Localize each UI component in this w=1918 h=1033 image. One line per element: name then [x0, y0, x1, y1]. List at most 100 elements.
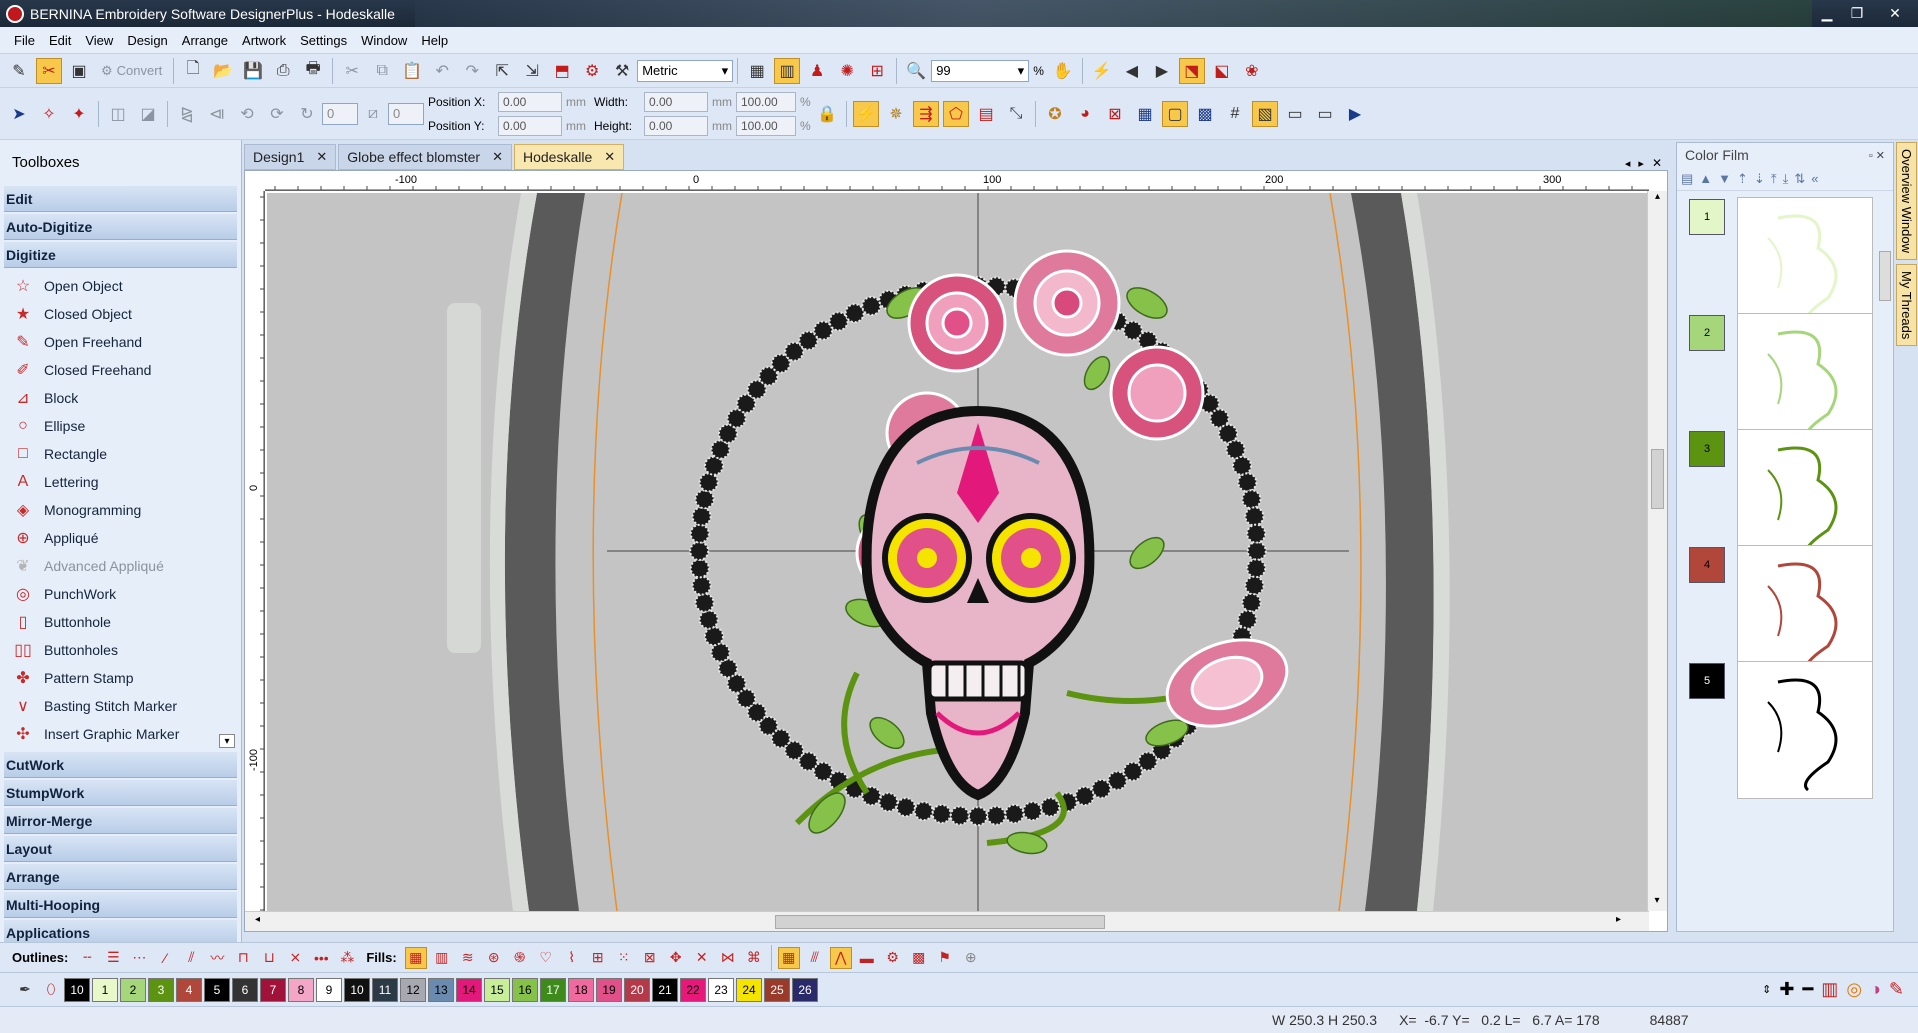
edit-mode-icon[interactable]: ✎ [6, 58, 32, 84]
stemstitch-icon[interactable]: ⁄ [154, 947, 176, 969]
rotate-angle-input[interactable]: 0 [322, 102, 358, 125]
write-machine-icon[interactable]: ⬒ [549, 58, 575, 84]
cross-outline-icon[interactable]: ⨯ [284, 947, 306, 969]
pan-hand-icon[interactable]: ✋ [1050, 58, 1076, 84]
frame-icon[interactable]: ▢ [1162, 100, 1188, 127]
tabs-scroll-left-icon[interactable]: ◂ [1625, 157, 1631, 170]
tab-my-threads[interactable]: My Threads [1896, 264, 1917, 347]
auto-fabric-icon[interactable]: ▦ [777, 946, 800, 969]
palette-swatch[interactable]: 10 [344, 977, 370, 1002]
horizontal-scroll-thumb[interactable] [775, 915, 1105, 929]
radial-fill-icon[interactable]: ⊛ [483, 947, 505, 969]
backstitch-icon[interactable]: ⋯ [128, 947, 150, 969]
palette-swatch[interactable]: 12 [400, 977, 426, 1002]
palette-swatch[interactable]: 14 [456, 977, 482, 1002]
contour-fill-icon[interactable]: ≋ [457, 947, 479, 969]
palette-swatch[interactable]: 10 [64, 977, 90, 1002]
zoom-icon[interactable]: 🔍 [903, 58, 929, 84]
grid-dense-icon[interactable]: ▩ [1192, 101, 1218, 127]
menu-design[interactable]: Design [127, 33, 167, 48]
group-edit[interactable]: Edit [4, 186, 237, 212]
tools-icon[interactable]: ⚒ [609, 58, 635, 84]
background-white-icon[interactable]: ▭ [1282, 101, 1308, 127]
tool-open-object[interactable]: ☆ Open Object [0, 272, 241, 300]
restore-button[interactable]: ❐ [1842, 4, 1872, 24]
palette-swatch[interactable]: 7 [260, 977, 286, 1002]
palette-swatch[interactable]: 9 [316, 977, 342, 1002]
tool-advanced-appliqu-[interactable]: ❦ Advanced Appliqué [0, 552, 241, 580]
film-view-icon[interactable]: ▤ [1681, 171, 1693, 187]
weave-fill-icon[interactable]: ⌘ [743, 947, 765, 969]
horizontal-scrollbar[interactable]: ◂ ▸ [245, 911, 1649, 931]
menu-view[interactable]: View [85, 33, 113, 48]
palette-swatch[interactable]: 23 [708, 977, 734, 1002]
convert-button[interactable]: ⚙ Convert [96, 58, 167, 84]
tool-punchwork[interactable]: ◎ PunchWork [0, 580, 241, 608]
group-stumpwork[interactable]: StumpWork [4, 780, 237, 806]
spiral-fill-icon[interactable]: ֍ [509, 947, 531, 969]
dot-fill-icon[interactable]: ⁙ [613, 947, 635, 969]
hoop-grid-icon[interactable]: ▧ [1252, 100, 1278, 127]
film-scroll-thumb[interactable] [1879, 251, 1891, 301]
palette-swatch[interactable]: 19 [596, 977, 622, 1002]
menu-edit[interactable]: Edit [49, 33, 71, 48]
import-icon[interactable]: ⇱ [489, 58, 515, 84]
tool-open-freehand[interactable]: ✎ Open Freehand [0, 328, 241, 356]
tool-rectangle[interactable]: □ Rectangle [0, 440, 241, 468]
copy-icon[interactable]: ⧉ [369, 58, 395, 84]
pattern-fill-icon[interactable]: ⊞ [587, 947, 609, 969]
scale-width-input[interactable]: 100.00 [736, 91, 796, 112]
slant-icon[interactable]: ⧄ [360, 101, 386, 127]
palette-swatch[interactable]: 11 [372, 977, 398, 1002]
menu-help[interactable]: Help [421, 33, 448, 48]
tab-hodeskalle[interactable]: Hodeskalle ✕ [514, 144, 625, 170]
close-tab-icon[interactable]: ✕ [492, 149, 503, 165]
menu-settings[interactable]: Settings [300, 33, 347, 48]
thread-chart-icon[interactable]: ▥ [1821, 979, 1838, 1000]
palette-swatch[interactable]: 24 [736, 977, 762, 1002]
blanket-icon[interactable]: ⊓ [232, 947, 254, 969]
group-cutwork[interactable]: CutWork [4, 752, 237, 778]
redo-icon[interactable]: ↷ [459, 58, 485, 84]
flag-icon[interactable]: ⚑ [934, 947, 956, 969]
motif-run-icon[interactable]: ⁂ [336, 947, 358, 969]
scroll-left-icon[interactable]: ◂ [255, 914, 260, 925]
menu-arrange[interactable]: Arrange [182, 33, 228, 48]
print-preview-icon[interactable]: ⎙ [270, 58, 296, 84]
artwork-mode-icon[interactable]: ✂ [36, 57, 62, 84]
palette-scroll-icon[interactable]: ⇕ [1762, 983, 1771, 996]
magic-wand-icon[interactable]: ⚡ [1089, 58, 1115, 84]
sheets-icon[interactable]: ▣ [66, 58, 92, 84]
palette-swatch[interactable]: 17 [540, 977, 566, 1002]
tool-list-scroll-icon[interactable]: ▾ [219, 734, 235, 748]
color-blend-icon[interactable]: ⬕ [1209, 58, 1235, 84]
paste-icon[interactable]: 📋 [399, 58, 425, 84]
group-multi-hooping[interactable]: Multi-Hooping [4, 892, 237, 918]
lock-proportions-icon[interactable]: 🔒 [814, 101, 840, 127]
play-slow-icon[interactable]: ▶ [1342, 101, 1368, 127]
tab-globe-effect-blomster[interactable]: Globe effect blomster ✕ [338, 144, 512, 170]
palette-swatch[interactable]: 21 [652, 977, 678, 1002]
color-wheel-icon[interactable]: ◎ [1846, 979, 1862, 1000]
menu-file[interactable]: File [14, 33, 35, 48]
tool-insert-graphic-marker[interactable]: ✣ Insert Graphic Marker [0, 720, 241, 748]
satin-fill-icon[interactable]: ▥ [431, 947, 453, 969]
palette-swatch[interactable]: 2 [120, 977, 146, 1002]
group-icon[interactable]: ◫ [105, 101, 131, 127]
tab-overview-window[interactable]: Overview Window [1896, 142, 1917, 261]
scale-height-input[interactable]: 100.00 [736, 115, 796, 136]
palette-swatch[interactable]: 13 [428, 977, 454, 1002]
select-arrow-icon[interactable]: ➤ [6, 101, 32, 127]
group-digitize[interactable]: Digitize [4, 242, 237, 268]
heart-fill-icon[interactable]: ♡ [535, 947, 557, 969]
wave-fill-icon[interactable]: ⌇ [561, 947, 583, 969]
background-gray-icon[interactable]: ▭ [1312, 101, 1338, 127]
cross-fill-icon[interactable]: ⊠ [639, 947, 661, 969]
connector-icon[interactable]: ⤡ [1003, 101, 1029, 127]
palette-swatch[interactable]: 6 [232, 977, 258, 1002]
show-grid-icon[interactable]: ▥ [774, 57, 801, 84]
polygon-select-icon[interactable]: ✦ [66, 101, 92, 127]
slant-angle-input[interactable]: 0 [388, 102, 424, 125]
tool-basting-stitch-marker[interactable]: ∨ Basting Stitch Marker [0, 692, 241, 720]
width-input[interactable]: 0.00 [644, 91, 708, 112]
